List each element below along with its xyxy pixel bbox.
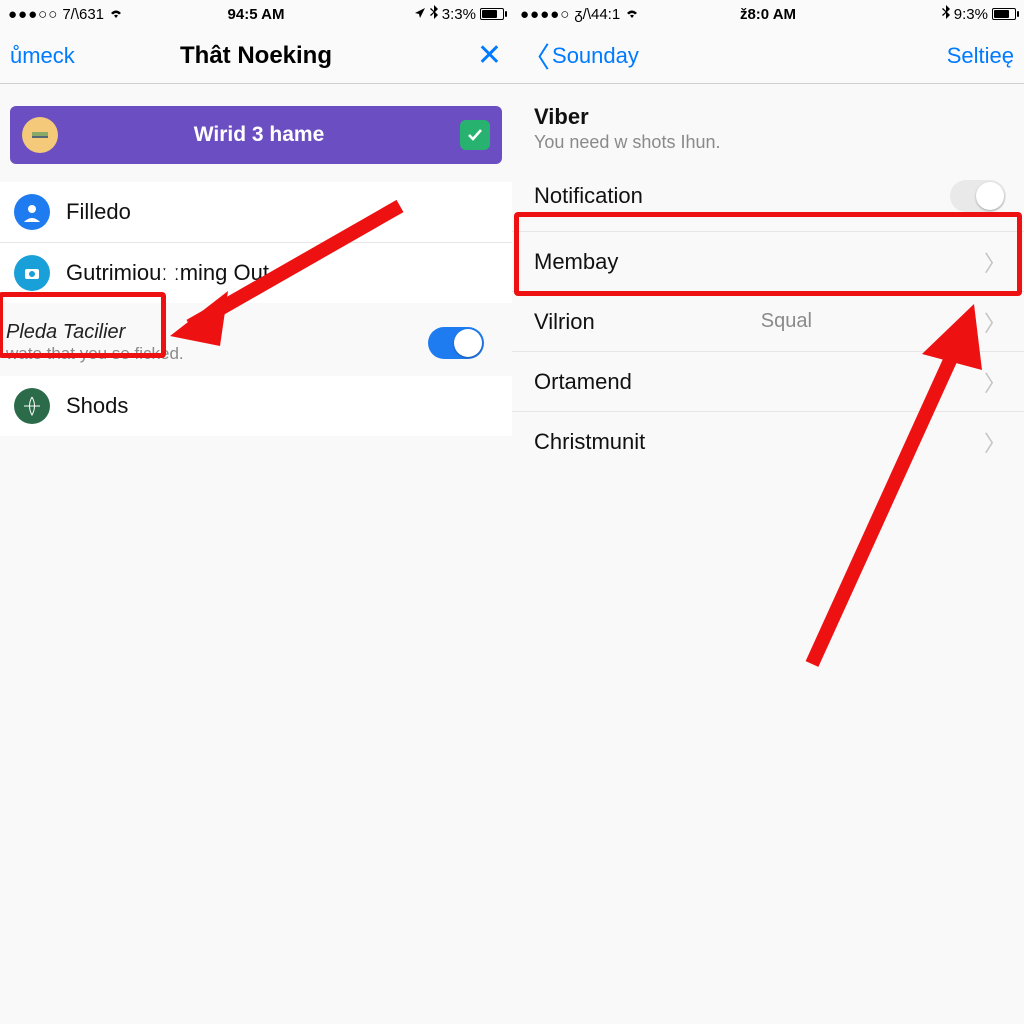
person-icon [14,194,50,230]
battery-icon [480,8,504,20]
bluetooth-icon [942,5,950,23]
status-bar: ●●●●○ ᵹ/\44:1 ž8:0 AM 9:3% [512,0,1024,28]
clock: ž8:0 AM [740,6,796,23]
nav-bar: ůmeck Thât Noeking ✕ [0,28,512,84]
row-shods[interactable]: Shods [0,376,512,436]
back-label: Sounday [552,43,639,69]
row-label: Notification [534,183,643,209]
row-label: Shods [66,393,128,419]
row-label: Vilrion [534,309,595,335]
nav-bar: 〈 Sounday Seltieę [512,28,1024,84]
signal-dots: ●●●○○ [8,6,58,23]
group-header: Pleda Tacilier wate that you se ficked. [0,303,512,366]
nav-action[interactable]: Seltieę [947,43,1014,69]
row-ortamend[interactable]: Ortamend 〉 [512,351,1024,411]
right-screenshot: ●●●●○ ᵹ/\44:1 ž8:0 AM 9:3% 〈 Sounday [512,0,1024,1024]
close-icon: ✕ [477,38,502,73]
battery-percent: 3:3% [442,6,476,23]
row-label: Membay [534,249,618,275]
status-bar: ●●●○○ 7/\631 94:5 AM 3:3% [0,0,512,28]
camera-icon [14,255,50,291]
chevron-right-icon: 〉 [984,246,1006,278]
row-christmunit[interactable]: Christmunit 〉 [512,411,1024,471]
chevron-right-icon: 〉 [984,366,1006,398]
left-screenshot: ●●●○○ 7/\631 94:5 AM 3:3% ůmeck [0,0,512,1024]
location-icon [414,6,426,23]
group-subtitle: wate that you se ficked. [6,344,184,364]
signal-dots: ●●●●○ [520,6,570,23]
row-notification[interactable]: Notification [512,161,1024,231]
group-title: Pleda Tacilier [6,321,184,344]
row-value: Squal [761,310,812,333]
banner-icon [22,117,58,153]
wifi-icon [108,6,124,23]
clock: 94:5 AM [228,6,285,23]
row-membay[interactable]: Membay 〉 [512,231,1024,291]
row-label: Christmunit [534,429,645,455]
back-button[interactable]: 〈 Sounday [522,36,639,76]
carrier-text: 7/\631 [62,6,104,23]
nav-action-label: Seltieę [947,43,1014,69]
back-label: ůmeck [10,43,75,69]
promo-banner[interactable]: Wirid 3 hame [10,106,502,164]
section-desc: You need w shots Ihun. [534,132,1008,153]
row-label: Gutrimiouː ːming Out [66,260,269,286]
banner-label: Wirid 3 hame [72,123,446,147]
bluetooth-icon [430,5,438,23]
check-icon [460,120,490,150]
battery-percent: 9:3% [954,6,988,23]
globe-icon [14,388,50,424]
chevron-right-icon: 〉 [984,306,1006,338]
section-header: Viber You need w shots Ihun. [512,84,1024,155]
carrier-text: ᵹ/\44:1 [574,6,620,23]
chevron-right-icon: 〉 [984,426,1006,458]
row-label: Filledo [66,199,131,225]
back-button[interactable]: ůmeck [10,43,75,69]
section-title: Viber [534,104,1008,130]
chevron-left-icon: 〈 [522,36,550,76]
toggle-tacilier[interactable] [428,327,484,359]
row-label: Ortamend [534,369,632,395]
row-gutrimiou[interactable]: Gutrimiouː ːming Out [0,242,512,303]
battery-icon [992,8,1016,20]
toggle-notification[interactable] [950,180,1006,212]
row-filledo[interactable]: Filledo [0,182,512,242]
row-vilrion[interactable]: Vilrion Squal 〉 [512,291,1024,351]
close-button[interactable]: ✕ [477,38,502,73]
nav-title: Thât Noeking [180,42,332,70]
wifi-icon [624,6,640,23]
